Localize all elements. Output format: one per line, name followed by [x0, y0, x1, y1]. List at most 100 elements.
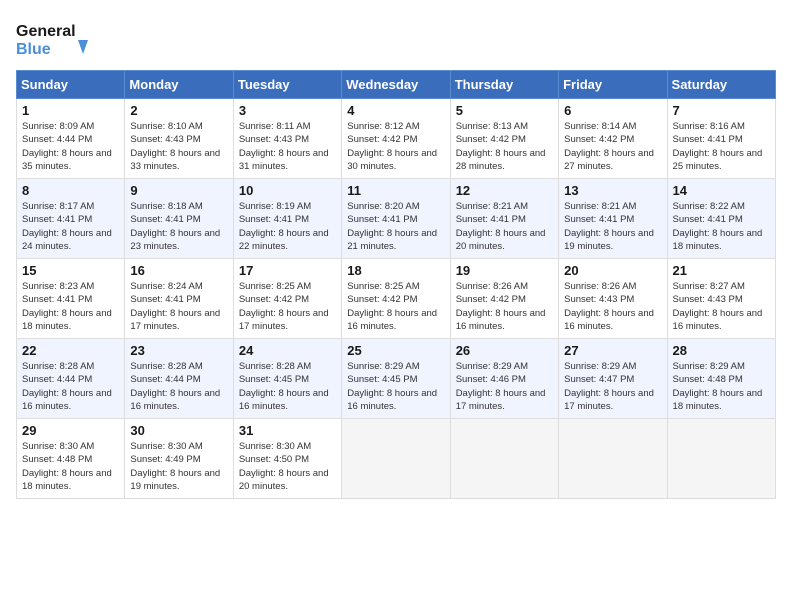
day-info: Sunrise: 8:29 AM Sunset: 4:47 PM Dayligh…: [564, 360, 661, 413]
day-cell: 29 Sunrise: 8:30 AM Sunset: 4:48 PM Dayli…: [17, 419, 125, 499]
day-cell: [667, 419, 775, 499]
day-number: 3: [239, 103, 336, 118]
week-row-4: 22 Sunrise: 8:28 AM Sunset: 4:44 PM Dayli…: [17, 339, 776, 419]
day-info: Sunrise: 8:27 AM Sunset: 4:43 PM Dayligh…: [673, 280, 770, 333]
day-number: 29: [22, 423, 119, 438]
day-info: Sunrise: 8:28 AM Sunset: 4:45 PM Dayligh…: [239, 360, 336, 413]
day-info: Sunrise: 8:12 AM Sunset: 4:42 PM Dayligh…: [347, 120, 444, 173]
logo-svg: GeneralBlue: [16, 16, 96, 60]
day-number: 10: [239, 183, 336, 198]
day-cell: 31Sunrise: 8:30 AM Sunset: 4:50 PM Dayli…: [233, 419, 341, 499]
day-info: Sunrise: 8:11 AM Sunset: 4:43 PM Dayligh…: [239, 120, 336, 173]
col-header-wednesday: Wednesday: [342, 71, 450, 99]
col-header-tuesday: Tuesday: [233, 71, 341, 99]
day-number: 8: [22, 183, 119, 198]
day-cell: [342, 419, 450, 499]
day-cell: 2 Sunrise: 8:10 AM Sunset: 4:43 PM Daylig…: [125, 99, 233, 179]
day-info: Sunrise: 8:16 AM Sunset: 4:41 PM Dayligh…: [673, 120, 770, 173]
svg-text:General: General: [16, 23, 76, 40]
col-header-monday: Monday: [125, 71, 233, 99]
day-number: 27: [564, 343, 661, 358]
day-cell: 26Sunrise: 8:29 AM Sunset: 4:46 PM Dayli…: [450, 339, 558, 419]
day-info: Sunrise: 8:10 AM Sunset: 4:43 PM Dayligh…: [130, 120, 227, 173]
day-info: Sunrise: 8:29 AM Sunset: 4:48 PM Dayligh…: [673, 360, 770, 413]
col-header-friday: Friday: [559, 71, 667, 99]
week-row-2: 8 Sunrise: 8:17 AM Sunset: 4:41 PM Daylig…: [17, 179, 776, 259]
day-number: 11: [347, 183, 444, 198]
day-number: 7: [673, 103, 770, 118]
day-number: 22: [22, 343, 119, 358]
day-cell: 4 Sunrise: 8:12 AM Sunset: 4:42 PM Daylig…: [342, 99, 450, 179]
day-cell: 22 Sunrise: 8:28 AM Sunset: 4:44 PM Dayli…: [17, 339, 125, 419]
day-info: Sunrise: 8:24 AM Sunset: 4:41 PM Dayligh…: [130, 280, 227, 333]
week-row-1: 1 Sunrise: 8:09 AM Sunset: 4:44 PM Daylig…: [17, 99, 776, 179]
day-cell: 5 Sunrise: 8:13 AM Sunset: 4:42 PM Daylig…: [450, 99, 558, 179]
day-cell: 30Sunrise: 8:30 AM Sunset: 4:49 PM Dayli…: [125, 419, 233, 499]
day-info: Sunrise: 8:18 AM Sunset: 4:41 PM Dayligh…: [130, 200, 227, 253]
day-number: 17: [239, 263, 336, 278]
day-cell: 8 Sunrise: 8:17 AM Sunset: 4:41 PM Daylig…: [17, 179, 125, 259]
day-info: Sunrise: 8:28 AM Sunset: 4:44 PM Dayligh…: [130, 360, 227, 413]
day-cell: [450, 419, 558, 499]
col-header-sunday: Sunday: [17, 71, 125, 99]
day-number: 20: [564, 263, 661, 278]
day-info: Sunrise: 8:21 AM Sunset: 4:41 PM Dayligh…: [456, 200, 553, 253]
day-cell: 6 Sunrise: 8:14 AM Sunset: 4:42 PM Daylig…: [559, 99, 667, 179]
day-number: 9: [130, 183, 227, 198]
col-header-thursday: Thursday: [450, 71, 558, 99]
day-cell: 19 Sunrise: 8:26 AM Sunset: 4:42 PM Dayli…: [450, 259, 558, 339]
day-info: Sunrise: 8:22 AM Sunset: 4:41 PM Dayligh…: [673, 200, 770, 253]
day-number: 6: [564, 103, 661, 118]
day-number: 18: [347, 263, 444, 278]
day-number: 5: [456, 103, 553, 118]
day-cell: [559, 419, 667, 499]
day-info: Sunrise: 8:13 AM Sunset: 4:42 PM Dayligh…: [456, 120, 553, 173]
day-info: Sunrise: 8:28 AM Sunset: 4:44 PM Dayligh…: [22, 360, 119, 413]
day-number: 1: [22, 103, 119, 118]
day-cell: 7 Sunrise: 8:16 AM Sunset: 4:41 PM Daylig…: [667, 99, 775, 179]
day-info: Sunrise: 8:21 AM Sunset: 4:41 PM Dayligh…: [564, 200, 661, 253]
header-row: SundayMondayTuesdayWednesdayThursdayFrid…: [17, 71, 776, 99]
day-info: Sunrise: 8:17 AM Sunset: 4:41 PM Dayligh…: [22, 200, 119, 253]
day-cell: 1 Sunrise: 8:09 AM Sunset: 4:44 PM Daylig…: [17, 99, 125, 179]
day-number: 13: [564, 183, 661, 198]
col-header-saturday: Saturday: [667, 71, 775, 99]
day-info: Sunrise: 8:26 AM Sunset: 4:43 PM Dayligh…: [564, 280, 661, 333]
day-number: 31: [239, 423, 336, 438]
day-info: Sunrise: 8:19 AM Sunset: 4:41 PM Dayligh…: [239, 200, 336, 253]
week-row-3: 15 Sunrise: 8:23 AM Sunset: 4:41 PM Dayli…: [17, 259, 776, 339]
day-cell: 9 Sunrise: 8:18 AM Sunset: 4:41 PM Daylig…: [125, 179, 233, 259]
day-number: 26: [456, 343, 553, 358]
day-number: 28: [673, 343, 770, 358]
day-number: 24: [239, 343, 336, 358]
day-info: Sunrise: 8:20 AM Sunset: 4:41 PM Dayligh…: [347, 200, 444, 253]
day-cell: 11 Sunrise: 8:20 AM Sunset: 4:41 PM Dayli…: [342, 179, 450, 259]
day-cell: 24 Sunrise: 8:28 AM Sunset: 4:45 PM Dayli…: [233, 339, 341, 419]
day-cell: 15 Sunrise: 8:23 AM Sunset: 4:41 PM Dayli…: [17, 259, 125, 339]
day-info: Sunrise: 8:25 AM Sunset: 4:42 PM Dayligh…: [239, 280, 336, 333]
day-cell: 12Sunrise: 8:21 AM Sunset: 4:41 PM Dayli…: [450, 179, 558, 259]
day-info: Sunrise: 8:23 AM Sunset: 4:41 PM Dayligh…: [22, 280, 119, 333]
day-info: Sunrise: 8:14 AM Sunset: 4:42 PM Dayligh…: [564, 120, 661, 173]
day-cell: 18 Sunrise: 8:25 AM Sunset: 4:42 PM Dayli…: [342, 259, 450, 339]
day-number: 30: [130, 423, 227, 438]
week-row-5: 29 Sunrise: 8:30 AM Sunset: 4:48 PM Dayli…: [17, 419, 776, 499]
day-cell: 3 Sunrise: 8:11 AM Sunset: 4:43 PM Daylig…: [233, 99, 341, 179]
day-cell: 10 Sunrise: 8:19 AM Sunset: 4:41 PM Dayli…: [233, 179, 341, 259]
day-cell: 16Sunrise: 8:24 AM Sunset: 4:41 PM Dayli…: [125, 259, 233, 339]
svg-text:Blue: Blue: [16, 41, 51, 58]
day-info: Sunrise: 8:26 AM Sunset: 4:42 PM Dayligh…: [456, 280, 553, 333]
day-info: Sunrise: 8:09 AM Sunset: 4:44 PM Dayligh…: [22, 120, 119, 173]
day-number: 14: [673, 183, 770, 198]
day-cell: 25Sunrise: 8:29 AM Sunset: 4:45 PM Dayli…: [342, 339, 450, 419]
day-number: 4: [347, 103, 444, 118]
day-number: 25: [347, 343, 444, 358]
day-number: 19: [456, 263, 553, 278]
day-cell: 28 Sunrise: 8:29 AM Sunset: 4:48 PM Dayli…: [667, 339, 775, 419]
calendar-table: SundayMondayTuesdayWednesdayThursdayFrid…: [16, 70, 776, 499]
day-number: 15: [22, 263, 119, 278]
day-info: Sunrise: 8:30 AM Sunset: 4:48 PM Dayligh…: [22, 440, 119, 493]
day-info: Sunrise: 8:25 AM Sunset: 4:42 PM Dayligh…: [347, 280, 444, 333]
day-number: 2: [130, 103, 227, 118]
day-cell: 17 Sunrise: 8:25 AM Sunset: 4:42 PM Dayli…: [233, 259, 341, 339]
